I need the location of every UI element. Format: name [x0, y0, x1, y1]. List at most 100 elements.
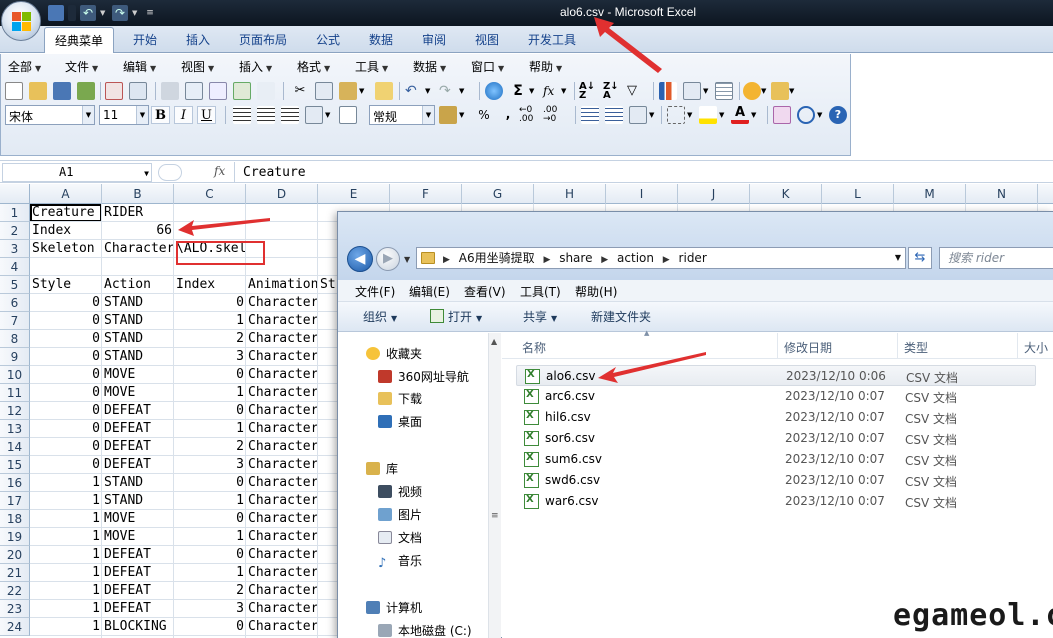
- decrease-indent-icon[interactable]: [581, 106, 599, 124]
- insert-function-icon[interactable]: fx: [543, 82, 561, 100]
- chevron-right-icon[interactable]: ▶: [663, 255, 670, 265]
- column-header-k[interactable]: K: [750, 184, 822, 204]
- menu-data[interactable]: 数据 ▼: [413, 58, 446, 75]
- cell-a8[interactable]: 0: [30, 330, 102, 348]
- row-header-19[interactable]: 19: [0, 528, 30, 546]
- nav-favorites[interactable]: 收藏夹: [366, 345, 422, 362]
- cell-b14[interactable]: DEFEAT: [102, 438, 174, 456]
- breadcrumb-rider[interactable]: rider: [679, 251, 707, 265]
- menu-view[interactable]: 视图 ▼: [181, 58, 214, 75]
- column-header-j[interactable]: J: [678, 184, 750, 204]
- cell-d8[interactable]: Character: [246, 330, 320, 348]
- cell-c11[interactable]: 1: [174, 384, 246, 402]
- column-date-modified[interactable]: 修改日期: [784, 339, 832, 356]
- row-header-18[interactable]: 18: [0, 510, 30, 528]
- row-header-10[interactable]: 10: [0, 366, 30, 384]
- row-header-2[interactable]: 2: [0, 222, 30, 240]
- cell-a2[interactable]: Index: [30, 222, 102, 240]
- cell-a22[interactable]: 1: [30, 582, 102, 600]
- tab-view[interactable]: 视图: [475, 31, 499, 48]
- row-header-8[interactable]: 8: [0, 330, 30, 348]
- fill-color-icon[interactable]: [699, 106, 717, 124]
- row-header-9[interactable]: 9: [0, 348, 30, 366]
- chevron-down-icon[interactable]: ▼: [325, 106, 335, 124]
- chevron-down-icon[interactable]: ▼: [649, 106, 659, 124]
- formula-input[interactable]: Creature: [234, 162, 1034, 183]
- cell-d23[interactable]: Character: [246, 600, 320, 618]
- column-header-h[interactable]: H: [534, 184, 606, 204]
- chevron-down-icon[interactable]: ▼: [529, 82, 539, 100]
- print-preview-pdf-icon[interactable]: [105, 82, 123, 100]
- cell-d9[interactable]: Character: [246, 348, 320, 366]
- file-row[interactable]: swd6.csv 2023/12/10 0:07 CSV 文档: [516, 470, 1036, 491]
- cell-b2[interactable]: 66: [102, 222, 174, 240]
- permission-icon[interactable]: [77, 82, 95, 100]
- chevron-down-icon[interactable]: ▼: [144, 165, 149, 182]
- nav-360[interactable]: 360网址导航: [378, 368, 469, 385]
- cell-b13[interactable]: DEFEAT: [102, 420, 174, 438]
- menu-view[interactable]: 查看(V): [464, 283, 506, 300]
- show-gridlines-icon[interactable]: [715, 82, 733, 100]
- cell-a23[interactable]: 1: [30, 600, 102, 618]
- history-dropdown-icon[interactable]: ▼: [404, 255, 410, 264]
- select-all-corner[interactable]: [0, 184, 30, 204]
- cell-a18[interactable]: 1: [30, 510, 102, 528]
- name-box[interactable]: A1 ▼: [2, 163, 152, 182]
- address-bar[interactable]: ▶ A6用坐骑提取 ▶ share ▶ action ▶ rider ▼: [416, 247, 906, 269]
- cell-b21[interactable]: DEFEAT: [102, 564, 174, 582]
- folder-options-icon[interactable]: [771, 82, 789, 100]
- column-divider[interactable]: [1017, 333, 1018, 359]
- print-preview-icon[interactable]: [185, 82, 203, 100]
- cell-e5[interactable]: St: [318, 276, 338, 294]
- office-button[interactable]: [1, 1, 41, 41]
- font-name-select[interactable]: 宋体 ▼: [5, 105, 95, 125]
- cell-c22[interactable]: 2: [174, 582, 246, 600]
- cell-d11[interactable]: Character: [246, 384, 320, 402]
- cell-c14[interactable]: 2: [174, 438, 246, 456]
- row-header-11[interactable]: 11: [0, 384, 30, 402]
- menu-window[interactable]: 窗口 ▼: [471, 58, 504, 75]
- cell-b23[interactable]: DEFEAT: [102, 600, 174, 618]
- print-icon[interactable]: [161, 82, 179, 100]
- file-row[interactable]: alo6.csv 2023/12/10 0:06 CSV 文档: [516, 365, 1036, 386]
- chevron-right-icon[interactable]: ▶: [543, 255, 550, 265]
- column-divider[interactable]: [777, 333, 778, 359]
- cell-a3[interactable]: Skeleton: [30, 240, 102, 258]
- paste-icon[interactable]: [339, 82, 357, 100]
- sort-ascending-icon[interactable]: A↓ Z: [579, 82, 597, 101]
- tab-formulas[interactable]: 公式: [316, 31, 340, 48]
- breadcrumb-a6[interactable]: A6用坐骑提取: [459, 251, 535, 265]
- email-icon[interactable]: [129, 82, 147, 100]
- align-right-icon[interactable]: [281, 106, 299, 124]
- cell-a16[interactable]: 1: [30, 474, 102, 492]
- chevron-down-icon[interactable]: ▼: [359, 82, 369, 100]
- row-header-21[interactable]: 21: [0, 564, 30, 582]
- cell-a14[interactable]: 0: [30, 438, 102, 456]
- font-size-select[interactable]: 11 ▼: [99, 105, 149, 125]
- column-header-g[interactable]: G: [462, 184, 534, 204]
- wrap-text-icon[interactable]: [339, 106, 357, 124]
- cell-d14[interactable]: Character: [246, 438, 320, 456]
- row-header-5[interactable]: 5: [0, 276, 30, 294]
- tab-data[interactable]: 数据: [369, 31, 393, 48]
- cell-b15[interactable]: DEFEAT: [102, 456, 174, 474]
- research-book-icon[interactable]: [257, 82, 275, 100]
- row-header-16[interactable]: 16: [0, 474, 30, 492]
- cell-b11[interactable]: MOVE: [102, 384, 174, 402]
- menu-all[interactable]: 全部 ▼: [8, 58, 41, 75]
- column-header-n[interactable]: N: [966, 184, 1038, 204]
- row-header-14[interactable]: 14: [0, 438, 30, 456]
- cell-a6[interactable]: 0: [30, 294, 102, 312]
- cell-a9[interactable]: 0: [30, 348, 102, 366]
- number-format-select[interactable]: 常规 ▼: [369, 105, 435, 125]
- cell-a5[interactable]: Style: [30, 276, 102, 294]
- breadcrumb-share[interactable]: share: [559, 251, 592, 265]
- menu-help[interactable]: 帮助(H): [575, 283, 617, 300]
- row-header-15[interactable]: 15: [0, 456, 30, 474]
- chevron-down-icon[interactable]: ▼: [719, 106, 729, 124]
- cell-c5[interactable]: Index: [174, 276, 246, 294]
- breadcrumb-action[interactable]: action: [617, 251, 654, 265]
- row-header-3[interactable]: 3: [0, 240, 30, 258]
- back-button[interactable]: ◀: [347, 246, 373, 272]
- cell-a13[interactable]: 0: [30, 420, 102, 438]
